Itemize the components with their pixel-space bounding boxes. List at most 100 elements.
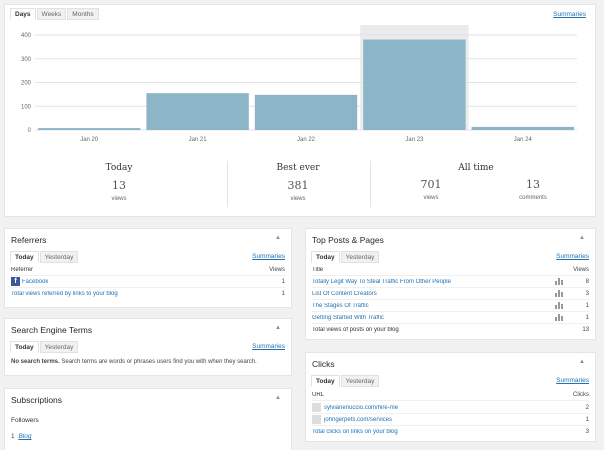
- clicks-total-value: 3: [585, 429, 589, 435]
- favicon-icon: [312, 403, 321, 412]
- favicon-icon: [312, 415, 321, 424]
- subscriptions-panel: Subscriptions ▲ Followers 1 Blog: [4, 388, 292, 450]
- top-posts-title: Top Posts & Pages: [312, 235, 384, 245]
- table-row: Totally Legit Way To Steal Traffic From …: [312, 276, 589, 288]
- tab-yesterday[interactable]: Yesterday: [39, 251, 79, 263]
- search-terms-summaries-link[interactable]: Summaries: [252, 343, 285, 350]
- click-url-link[interactable]: sylvianenuccio.com/hire-me: [324, 405, 569, 411]
- post-link[interactable]: List Of Content Creators: [312, 291, 555, 297]
- stat-all-time-views: 701 views: [381, 178, 481, 201]
- stat-all-comments-unit: comments: [519, 195, 547, 201]
- bar-chart-icon[interactable]: [555, 290, 563, 297]
- empty-text: Search terms are words or phrases users …: [59, 359, 257, 365]
- stat-all-time-comments: 13 comments: [483, 178, 583, 201]
- collapse-arrow-icon[interactable]: ▲: [579, 359, 585, 365]
- empty-bold: No search terms.: [11, 359, 60, 365]
- stat-all-comments-value: 13: [526, 178, 540, 191]
- stat-best-value: 381: [287, 179, 309, 192]
- post-link[interactable]: Totally Legit Way To Steal Traffic From …: [312, 279, 555, 285]
- referrers-summaries-link[interactable]: Summaries: [252, 253, 285, 260]
- table-row: Getting Started With Traffic 1: [312, 312, 589, 324]
- tab-yesterday[interactable]: Yesterday: [340, 375, 380, 387]
- stat-best-ever: Best ever 381 views: [248, 163, 348, 202]
- search-terms-title: Search Engine Terms: [11, 325, 93, 335]
- click-count: 2: [585, 404, 589, 411]
- top-posts-total-value: 13: [582, 327, 589, 333]
- bar-chart-icon[interactable]: [555, 278, 563, 285]
- referrers-total-link[interactable]: Total views referred by links to your bl…: [11, 291, 265, 297]
- search-terms-tabs: Today Yesterday: [10, 341, 79, 353]
- chart-bar: [146, 93, 249, 130]
- referrer-col-header: Referrer: [11, 266, 34, 273]
- collapse-arrow-icon[interactable]: ▲: [579, 235, 585, 241]
- referrers-title: Referrers: [11, 235, 47, 245]
- bar-chart-icon[interactable]: [555, 314, 563, 321]
- table-row: sylvianenuccio.com/hire-me 2: [312, 402, 589, 414]
- period-tabs: Days Weeks Months: [10, 8, 100, 20]
- stat-today: Today 13 views: [69, 163, 169, 202]
- top-posts-total-label: Total views of posts on your blog: [312, 327, 399, 333]
- stat-best-unit: views: [290, 196, 306, 202]
- referrers-total-value: 1: [281, 291, 285, 297]
- collapse-arrow-icon[interactable]: ▲: [275, 235, 281, 241]
- tab-months[interactable]: Months: [67, 8, 99, 20]
- clicks-title: Clicks: [312, 359, 335, 369]
- stat-all-views-unit: views: [423, 195, 439, 201]
- title-col-header: Title: [312, 266, 324, 273]
- clicks-header-row: URL Clicks: [312, 389, 589, 401]
- clicks-summaries-link[interactable]: Summaries: [556, 377, 589, 384]
- referrer-link[interactable]: Facebook: [22, 279, 265, 285]
- tab-yesterday[interactable]: Yesterday: [340, 251, 380, 263]
- collapse-arrow-icon[interactable]: ▲: [275, 395, 281, 401]
- bar-chart-icon[interactable]: [555, 302, 563, 309]
- stat-today-unit: views: [111, 196, 127, 202]
- top-posts-panel: Top Posts & Pages ▲ Today Yesterday Summ…: [305, 228, 596, 340]
- click-url-link[interactable]: johngerpets.com/services: [324, 417, 569, 423]
- click-count: 1: [585, 416, 589, 423]
- referrers-tabs: Today Yesterday: [10, 251, 79, 263]
- tab-yesterday[interactable]: Yesterday: [39, 341, 79, 353]
- chart-x-tick-label: Jan 22: [297, 137, 316, 143]
- stat-all-time-label: All time: [458, 163, 494, 173]
- table-row: List Of Content Creators 3: [312, 288, 589, 300]
- chart-y-tick-label: 400: [21, 33, 32, 39]
- tab-days[interactable]: Days: [10, 8, 36, 20]
- clicks-col-header: Clicks: [573, 391, 589, 398]
- referrer-views: 1: [281, 278, 285, 285]
- top-posts-total-row: Total views of posts on your blog 13: [312, 324, 589, 336]
- post-views: 3: [585, 290, 589, 297]
- top-posts-summaries-link[interactable]: Summaries: [556, 253, 589, 260]
- tab-today[interactable]: Today: [10, 251, 39, 263]
- stats-divider-1: [227, 161, 228, 207]
- facebook-icon: f: [11, 277, 20, 286]
- referrers-total-row: Total views referred by links to your bl…: [11, 288, 285, 300]
- tab-weeks[interactable]: Weeks: [36, 8, 67, 20]
- stat-today-value: 13: [112, 179, 126, 192]
- post-link[interactable]: The Stages Of Traffic: [312, 303, 555, 309]
- chart-x-tick-label: Jan 24: [514, 137, 533, 143]
- clicks-total-row: Total clicks on links on your blog 3: [312, 426, 589, 438]
- chart-x-tick-label: Jan 23: [405, 137, 424, 143]
- referrers-panel: Referrers ▲ Today Yesterday Summaries Re…: [4, 228, 292, 308]
- post-views: 1: [585, 302, 589, 309]
- views-col-header: Views: [573, 266, 589, 273]
- clicks-panel: Clicks ▲ Today Yesterday Summaries URL C…: [305, 352, 596, 442]
- tab-today[interactable]: Today: [10, 341, 39, 353]
- search-terms-panel: Search Engine Terms ▲ Today Yesterday Su…: [4, 318, 292, 376]
- tab-today[interactable]: Today: [311, 251, 340, 263]
- stat-all-views-value: 701: [420, 178, 442, 191]
- chart-y-tick-label: 200: [21, 81, 32, 87]
- search-terms-empty-message: No search terms. Search terms are words …: [11, 359, 257, 365]
- clicks-total-link[interactable]: Total clicks on links on your blog: [312, 429, 569, 435]
- table-row: johngerpets.com/services 1: [312, 414, 589, 426]
- clicks-tabs: Today Yesterday: [311, 375, 380, 387]
- stats-divider-2: [370, 161, 371, 207]
- summaries-link[interactable]: Summaries: [553, 11, 586, 18]
- post-link[interactable]: Getting Started With Traffic: [312, 315, 555, 321]
- chart-y-tick-label: 300: [21, 57, 32, 63]
- blog-link[interactable]: Blog: [18, 433, 31, 440]
- chart-bar: [254, 94, 358, 130]
- tab-today[interactable]: Today: [311, 375, 340, 387]
- chart-bar: [471, 126, 574, 130]
- collapse-arrow-icon[interactable]: ▲: [275, 325, 281, 331]
